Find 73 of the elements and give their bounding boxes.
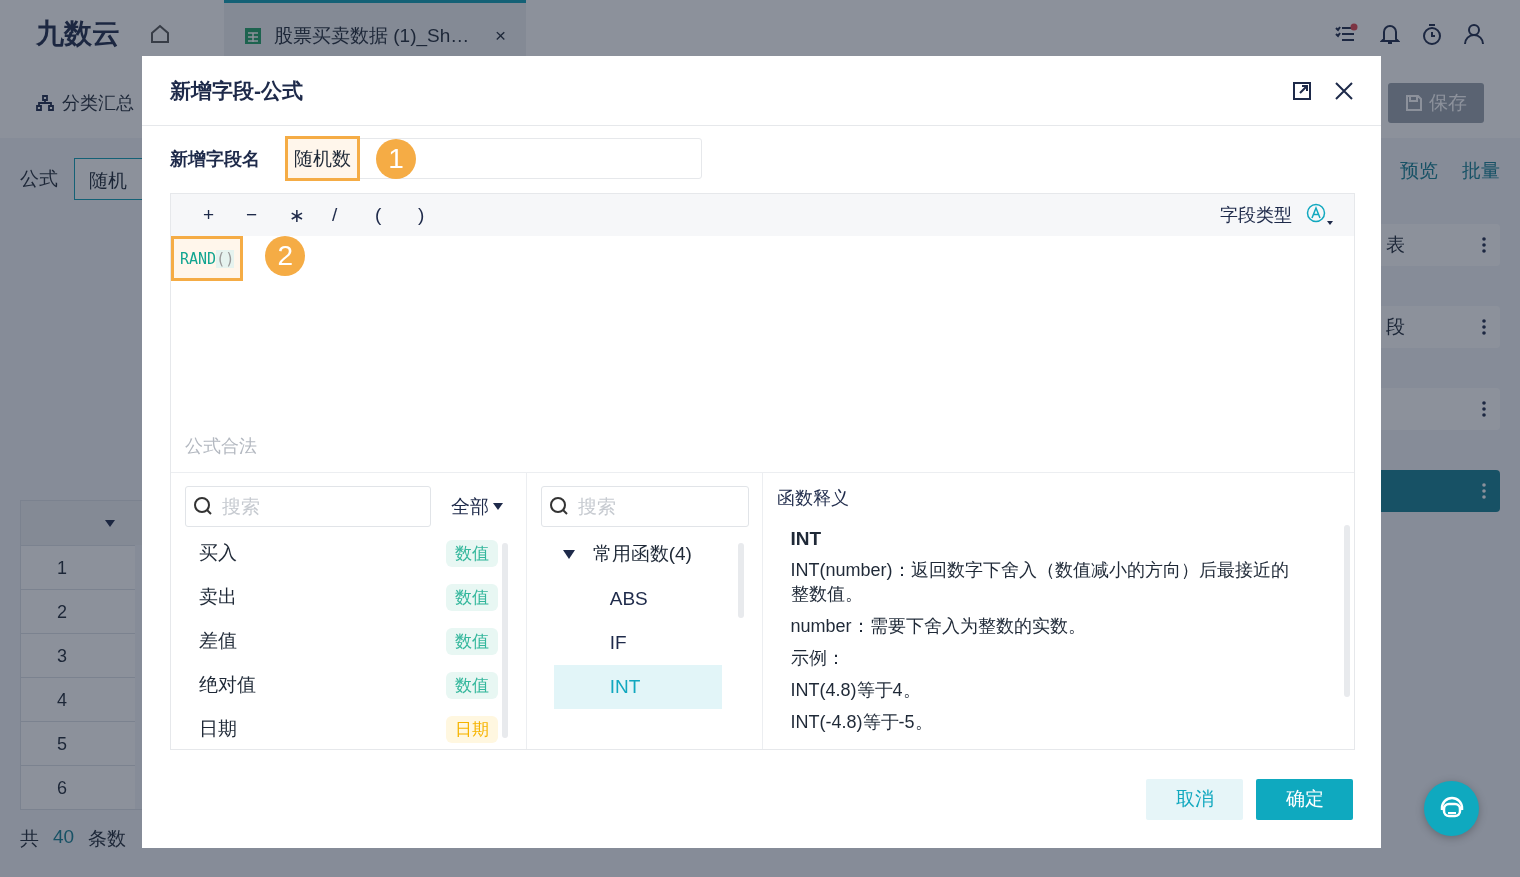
search-icon — [193, 496, 213, 516]
operator-button[interactable]: ( — [371, 204, 414, 226]
function-name: INT — [789, 528, 823, 550]
step-label: 表 — [1386, 233, 1405, 257]
function-item[interactable]: ABS — [553, 577, 722, 621]
field-item[interactable]: 差值 数值 — [185, 619, 512, 663]
step-label: 段 — [1386, 315, 1405, 339]
type-tag: 数值 — [445, 583, 498, 611]
type-tag: 数值 — [445, 627, 498, 655]
field-item[interactable]: 日期 日期 — [185, 707, 512, 749]
spreadsheet-icon — [244, 26, 262, 45]
caret-icon — [562, 549, 575, 559]
field-name-value: 随机数 — [285, 136, 360, 181]
caret-icon — [493, 503, 503, 510]
user-icon[interactable] — [1464, 23, 1484, 45]
step-callout: 2 — [265, 236, 306, 276]
app-logo[interactable]: 九数云 — [36, 15, 120, 53]
more-icon[interactable] — [1482, 483, 1486, 499]
text-type-icon[interactable] — [1306, 203, 1334, 227]
description-text: number：需要下舍入为整数的实数。 — [789, 615, 1087, 638]
home-icon[interactable] — [150, 24, 170, 44]
operator-button[interactable]: ∗ — [285, 203, 328, 227]
field-item[interactable]: 卖出 数值 — [185, 575, 512, 619]
description-text: INT(-4.8)等于-5。 — [789, 711, 934, 734]
row-number: 4 — [21, 677, 135, 721]
expand-icon[interactable] — [1293, 81, 1311, 100]
footer-suffix: 条数 — [88, 827, 127, 851]
row-number: 5 — [21, 721, 135, 765]
tab-close[interactable]: × — [494, 24, 506, 47]
more-icon[interactable] — [1482, 237, 1486, 253]
row-number: 3 — [21, 633, 135, 677]
summary-tool[interactable]: 分类汇总 — [62, 91, 134, 115]
support-chat-button[interactable] — [1424, 781, 1479, 836]
operator-button[interactable]: − — [242, 204, 285, 226]
field-search[interactable]: 搜索 — [185, 486, 431, 527]
step-callout: 1 — [376, 138, 416, 179]
function-item[interactable]: IF — [553, 621, 722, 665]
timer-icon[interactable] — [1422, 23, 1442, 45]
formula-status: 公式合法 — [184, 435, 258, 458]
function-group[interactable]: 常用函数(4) — [540, 531, 748, 577]
more-icon[interactable] — [1482, 319, 1486, 335]
row-number: 1 — [21, 545, 135, 589]
field-item[interactable]: 买入 数值 — [185, 531, 512, 575]
save-icon — [1405, 94, 1423, 112]
formula-label: 公式 — [20, 167, 58, 191]
caret-icon — [105, 519, 115, 527]
field-name-input[interactable]: 随机数 1 — [286, 138, 702, 179]
description-text: 示例： — [789, 647, 846, 670]
type-tag: 数值 — [445, 539, 498, 567]
operator-button[interactable]: / — [328, 204, 371, 226]
type-filter[interactable]: 全部 — [451, 493, 503, 520]
description-text: INT(number)：返回数字下舍入（数值减小的方向）后最接近的整数值。 — [789, 559, 1290, 606]
row-count: 40 — [53, 826, 75, 849]
function-search[interactable]: 搜索 — [540, 486, 749, 527]
dialog-title: 新增字段-公式 — [170, 77, 303, 104]
more-icon[interactable] — [1482, 401, 1486, 417]
type-tag: 数值 — [445, 671, 498, 699]
type-tag: 日期 — [445, 715, 498, 743]
close-icon[interactable] — [1335, 81, 1353, 100]
description-title: 函数释义 — [776, 487, 850, 510]
bell-icon[interactable] — [1380, 23, 1400, 45]
description-text: INT(4.8)等于4。 — [789, 679, 922, 702]
footer-prefix: 共 — [20, 827, 39, 851]
tab-title: 股票买卖数据 (1)_Sh… — [274, 23, 470, 49]
row-number: 2 — [21, 589, 135, 633]
field-name-label: 新增字段名 — [170, 147, 260, 171]
field-item[interactable]: 绝对值 数值 — [185, 663, 512, 707]
row-number: 6 — [21, 765, 135, 809]
operator-button[interactable]: ) — [414, 204, 457, 226]
search-icon — [548, 496, 569, 516]
field-type-label: 字段类型 — [1220, 204, 1292, 227]
hierarchy-icon — [36, 95, 54, 111]
operator-button[interactable]: + — [199, 204, 242, 226]
